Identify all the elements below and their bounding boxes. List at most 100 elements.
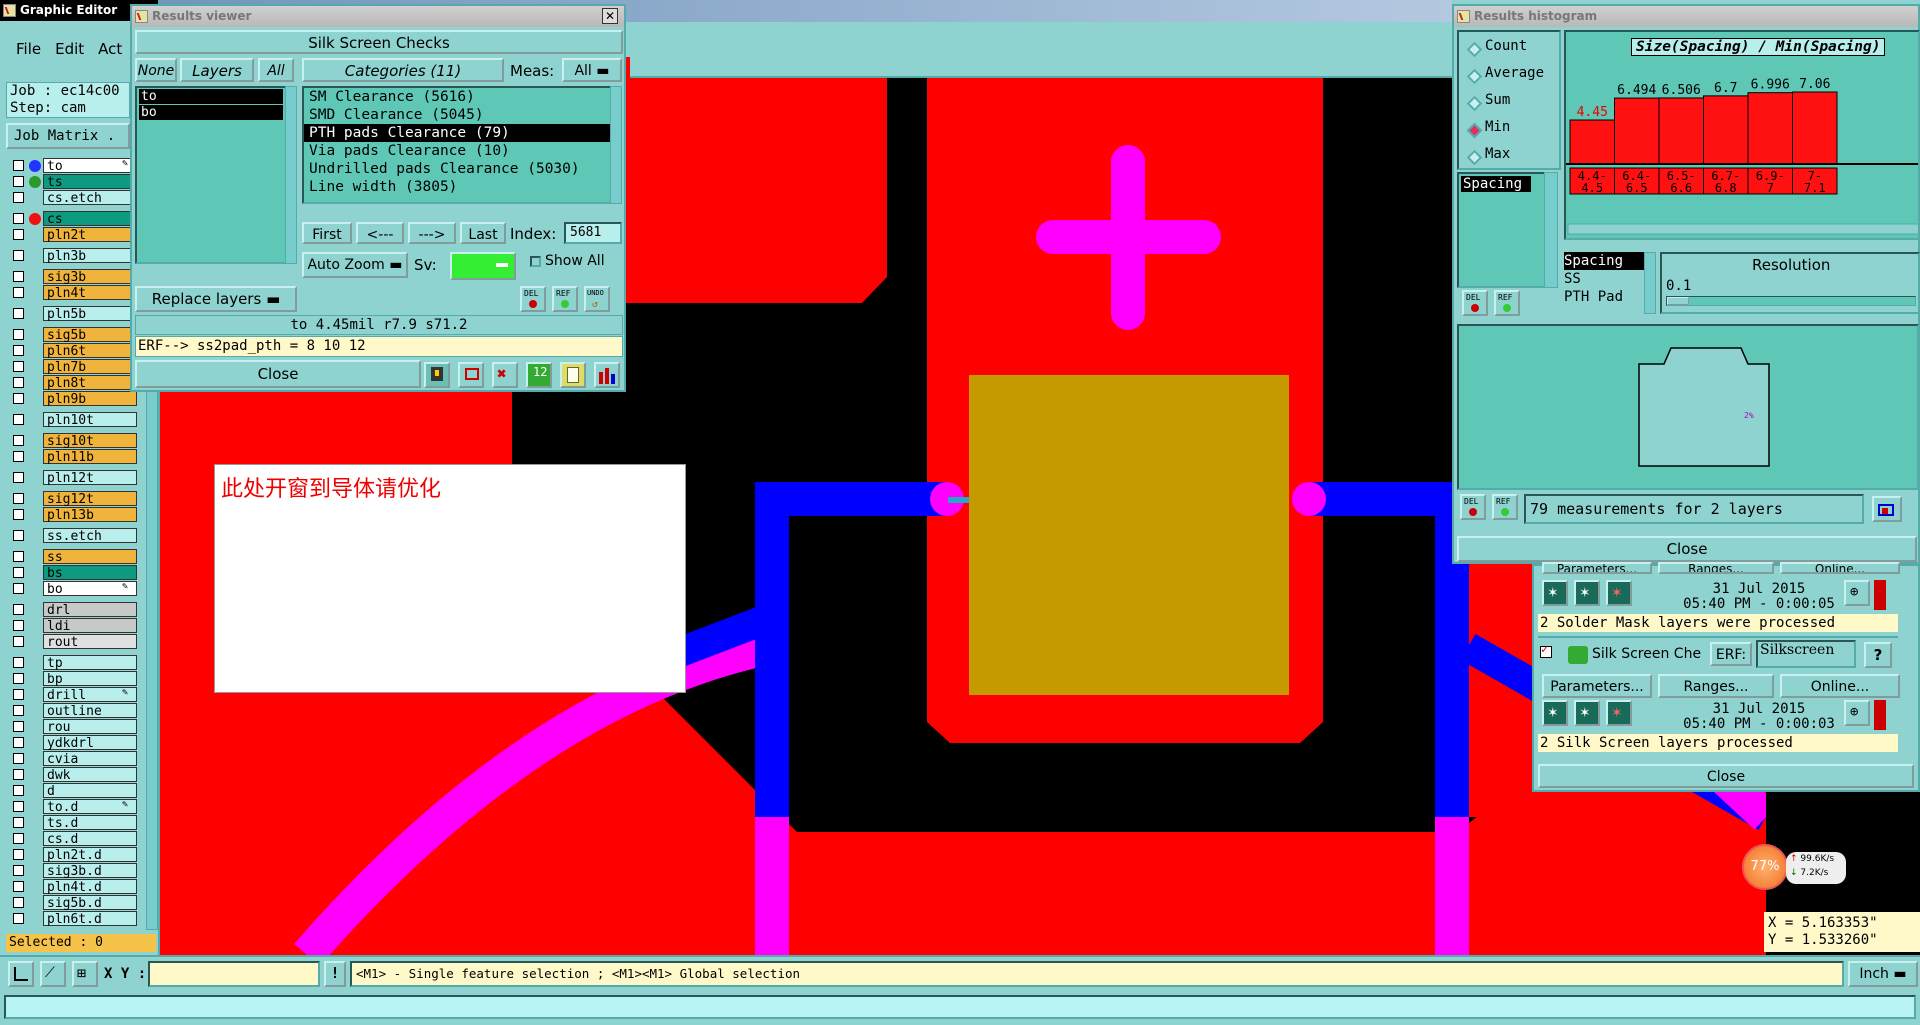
layer-row-cs-etch[interactable]: cs.etch bbox=[10, 190, 137, 206]
show-all-checkbox[interactable] bbox=[530, 256, 541, 267]
layer-checkbox[interactable] bbox=[13, 849, 24, 860]
layers-scrollbar[interactable] bbox=[285, 86, 297, 264]
layer-name[interactable]: tp bbox=[43, 655, 137, 671]
menu-edit[interactable]: Edit bbox=[55, 40, 84, 58]
layer-name[interactable]: sig5b.d bbox=[43, 895, 137, 911]
layer-checkbox[interactable] bbox=[13, 817, 24, 828]
layer-name[interactable]: bs bbox=[43, 565, 137, 581]
layer-row-pln4t[interactable]: pln4t bbox=[10, 285, 137, 301]
categories-listbox[interactable]: SM Clearance (5616) SMD Clearance (5045) P… bbox=[302, 86, 612, 204]
layer-checkbox[interactable] bbox=[13, 689, 24, 700]
check-enable-checkbox[interactable]: ✓ bbox=[1540, 642, 1552, 658]
meas-dropdown[interactable]: All ▬ bbox=[562, 58, 622, 82]
layer-row-pln2t[interactable]: pln2t bbox=[10, 227, 137, 243]
layer-name[interactable]: dwk bbox=[43, 767, 137, 783]
layer-row-pln8t[interactable]: pln8t bbox=[10, 375, 137, 391]
layer-name[interactable]: ldi bbox=[43, 618, 137, 634]
attribute-list[interactable]: Spacing bbox=[1457, 172, 1547, 288]
job-matrix-button[interactable]: Job Matrix . bbox=[6, 123, 130, 149]
layer-checkbox[interactable] bbox=[13, 657, 24, 668]
all-button[interactable]: All bbox=[258, 58, 294, 82]
layer-checkbox[interactable] bbox=[13, 567, 24, 578]
histogram-bar[interactable] bbox=[1747, 92, 1793, 165]
xy-input[interactable] bbox=[148, 961, 320, 987]
auto-zoom-dropdown[interactable]: Auto Zoom ▬ bbox=[302, 252, 408, 278]
layer-row-d[interactable]: d bbox=[10, 783, 137, 799]
close-icon[interactable]: ✕ bbox=[602, 8, 618, 24]
layer-name[interactable]: pln4t.d bbox=[43, 879, 137, 895]
layer-name[interactable]: rou bbox=[43, 719, 137, 735]
layer-name[interactable]: bp bbox=[43, 671, 137, 687]
layer-name[interactable]: pln10t bbox=[43, 412, 137, 428]
layer-row-bo[interactable]: bo ✎ bbox=[10, 581, 137, 597]
delete-icon[interactable]: ✖ bbox=[492, 362, 518, 388]
measure-mode-icon[interactable]: ⟋ bbox=[40, 961, 66, 987]
none-button[interactable]: None bbox=[135, 58, 177, 82]
stop-icon[interactable]: ✶ bbox=[1606, 580, 1632, 606]
layer-name[interactable]: sig10t bbox=[43, 433, 137, 449]
layer-checkbox[interactable] bbox=[13, 673, 24, 684]
layer-checkbox[interactable] bbox=[13, 620, 24, 631]
hist-ref-icon[interactable]: REF bbox=[1494, 290, 1520, 316]
layer-row-pln2t-d[interactable]: pln2t.d bbox=[10, 847, 137, 863]
grid-mode-icon[interactable]: ⊞ bbox=[72, 961, 98, 987]
layer-name[interactable]: ss bbox=[43, 549, 137, 565]
resolution-slider[interactable] bbox=[1666, 296, 1916, 306]
histogram-bar[interactable] bbox=[1569, 119, 1615, 165]
layer-checkbox[interactable] bbox=[13, 361, 24, 372]
layer-color-dot-icon[interactable] bbox=[29, 160, 41, 172]
del-icon[interactable]: DEL bbox=[520, 286, 546, 312]
radio-max[interactable] bbox=[1466, 149, 1483, 166]
layer-checkbox[interactable] bbox=[13, 414, 24, 425]
last-button[interactable]: Last bbox=[460, 222, 506, 244]
category-item[interactable]: Via pads Clearance (10) bbox=[304, 142, 610, 160]
layer-name[interactable]: pln8t bbox=[43, 375, 137, 391]
run-all-icon[interactable]: ✶ bbox=[1574, 580, 1600, 606]
parameters-button[interactable]: Parameters... bbox=[1542, 674, 1652, 698]
units-dropdown[interactable]: Inch ▬ bbox=[1848, 961, 1918, 987]
layer-name[interactable]: pln2t.d bbox=[43, 847, 137, 863]
layer-row-bp[interactable]: bp bbox=[10, 671, 137, 687]
layer-name[interactable]: pln5b bbox=[43, 306, 137, 322]
layer-row-to-d[interactable]: to.d ✎ bbox=[10, 799, 137, 815]
close-button[interactable]: Close bbox=[135, 360, 421, 388]
preview-ref-icon[interactable]: REF bbox=[1492, 494, 1518, 520]
category-item[interactable]: PTH pads Clearance (79) bbox=[304, 124, 610, 142]
layer-name[interactable]: pln13b bbox=[43, 507, 137, 523]
layer-name[interactable]: pln9b bbox=[43, 391, 137, 407]
layer-row-pln5b[interactable]: pln5b bbox=[10, 306, 137, 322]
undo-icon[interactable]: UNDO ↺ bbox=[584, 286, 610, 312]
step-icon[interactable]: 12 bbox=[526, 362, 552, 388]
layer-checkbox[interactable] bbox=[13, 213, 24, 224]
ranges-button-1[interactable]: Ranges... bbox=[1658, 562, 1774, 574]
layer-checkbox[interactable] bbox=[13, 393, 24, 404]
layer-checkbox[interactable] bbox=[13, 451, 24, 462]
resolution-attr-item[interactable]: SS bbox=[1564, 270, 1644, 288]
layer-checkbox[interactable] bbox=[13, 308, 24, 319]
command-line[interactable] bbox=[4, 995, 1916, 1019]
layer-checkbox[interactable] bbox=[13, 176, 24, 187]
layer-checkbox[interactable] bbox=[13, 785, 24, 796]
run-icon-2[interactable]: ✶ bbox=[1542, 700, 1568, 726]
chart-view-icon[interactable] bbox=[1872, 496, 1902, 522]
layer-checkbox[interactable] bbox=[13, 737, 24, 748]
layer-checkbox[interactable] bbox=[13, 801, 24, 812]
layer-row-cs-d[interactable]: cs.d bbox=[10, 831, 137, 847]
layer-checkbox[interactable] bbox=[13, 583, 24, 594]
layer-row-pln13b[interactable]: pln13b bbox=[10, 507, 137, 523]
resolution-attr-item[interactable]: Spacing bbox=[1564, 252, 1644, 270]
layer-checkbox[interactable] bbox=[13, 435, 24, 446]
layer-name[interactable]: ts bbox=[43, 174, 137, 190]
layer-name[interactable]: pln4t bbox=[43, 285, 137, 301]
zoom-icon[interactable]: ⊕ bbox=[1844, 580, 1870, 606]
layer-checkbox[interactable] bbox=[13, 472, 24, 483]
menu-file[interactable]: File bbox=[16, 40, 41, 58]
attribute-item-spacing[interactable]: Spacing bbox=[1461, 176, 1531, 192]
layer-row-bs[interactable]: bs bbox=[10, 565, 137, 581]
layer-checkbox[interactable] bbox=[13, 913, 24, 924]
histogram-bar[interactable] bbox=[1703, 95, 1749, 165]
layer-checkbox[interactable] bbox=[13, 604, 24, 615]
index-input[interactable]: 5681 bbox=[564, 222, 622, 244]
histogram-icon[interactable] bbox=[594, 362, 620, 388]
export-icon[interactable] bbox=[458, 362, 484, 388]
